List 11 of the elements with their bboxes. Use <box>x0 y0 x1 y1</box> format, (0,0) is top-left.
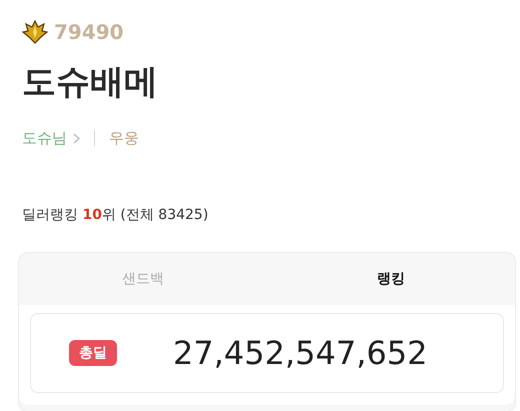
character-name: 도슈배메 <box>22 61 159 104</box>
crest-icon <box>22 20 48 44</box>
tab[interactable]: 샌드백 <box>19 253 267 305</box>
job-text: 우웅 <box>109 128 139 148</box>
chevron-right-icon <box>73 132 80 144</box>
rank-text: 딜러랭킹 10위 (전체 83425) <box>22 206 210 224</box>
score-text: 79490 <box>54 20 124 44</box>
damage-badge: 총딜 <box>69 340 117 366</box>
damage-value: 27,452,547,652 <box>173 334 428 372</box>
guild-link[interactable]: 도슈님 <box>22 128 67 148</box>
tab[interactable]: 랭킹 <box>267 253 515 305</box>
